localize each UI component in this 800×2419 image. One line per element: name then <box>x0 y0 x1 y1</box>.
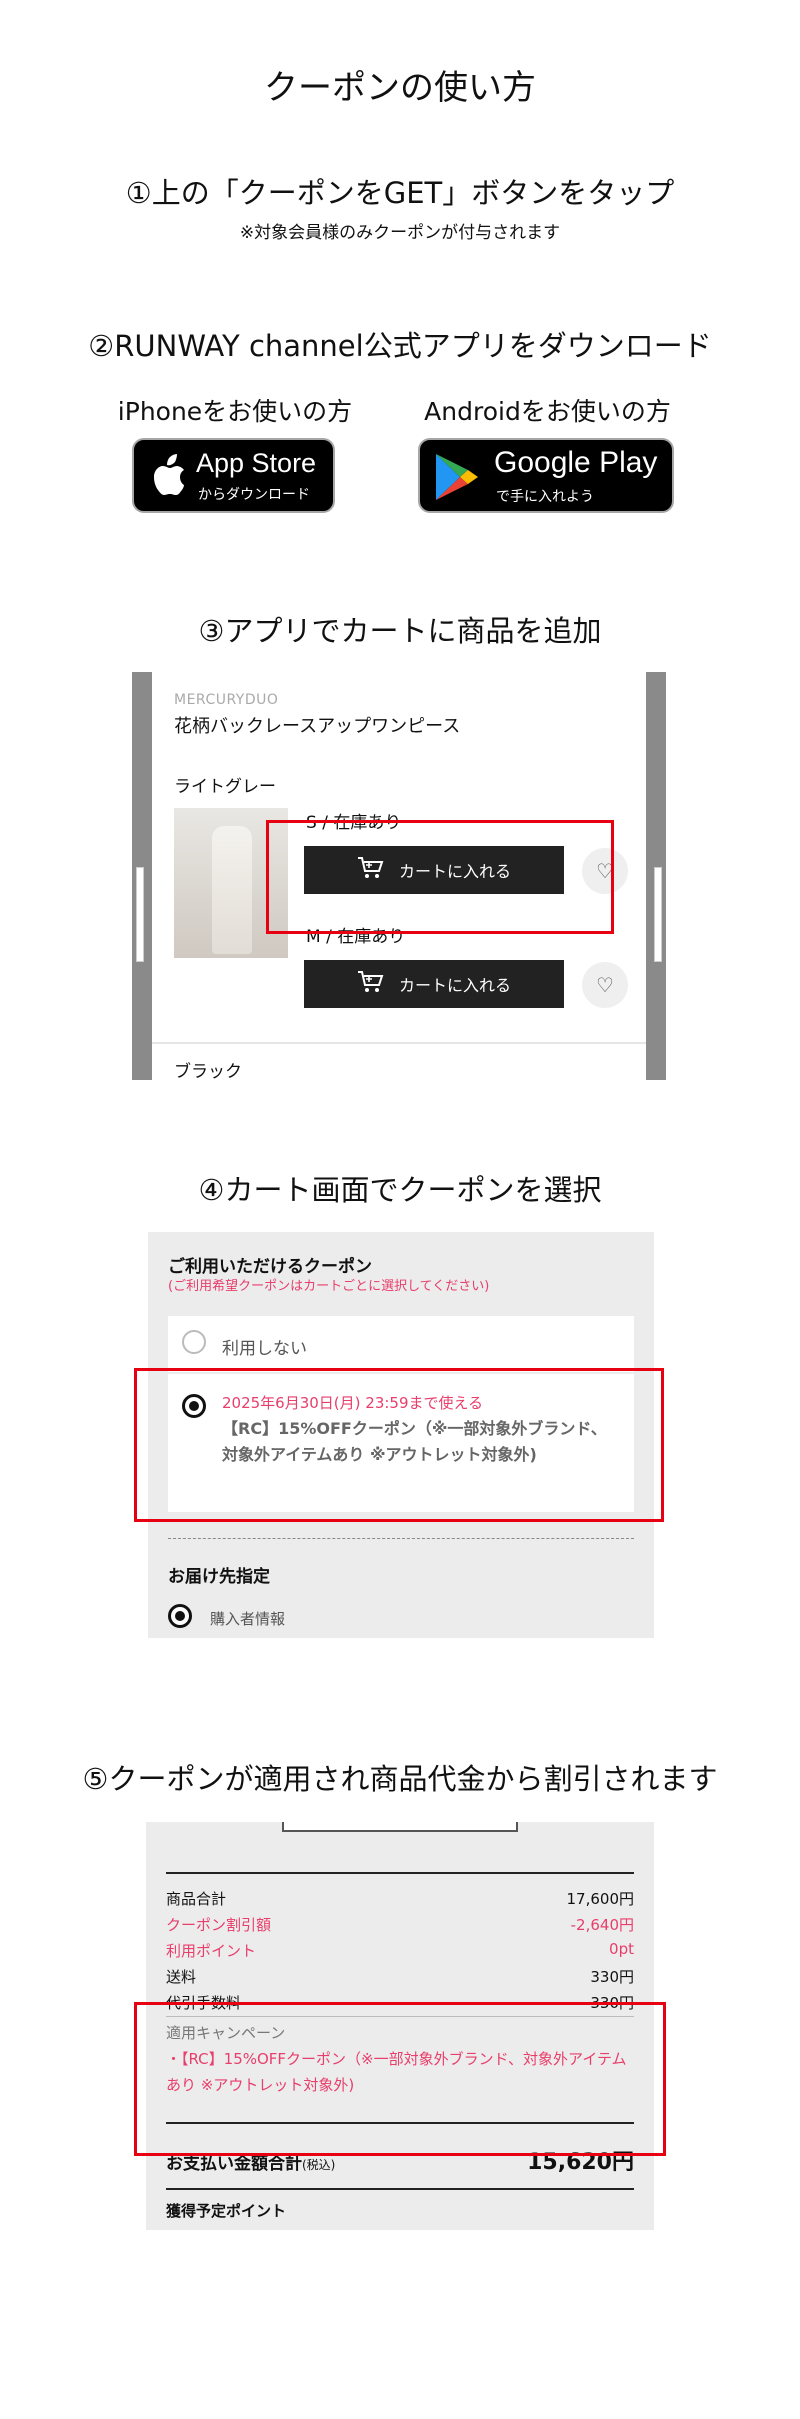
summary-row: 送料 330円 <box>166 1968 634 1986</box>
favorite-heart-icon[interactable]: ♡ <box>582 962 628 1008</box>
app-store-badge[interactable]: App Store からダウンロード <box>132 438 335 513</box>
product-name: 花柄バックレースアップワンピース <box>174 716 461 737</box>
no-use-label: 利用しない <box>222 1339 307 1359</box>
step3-heading: ③アプリでカートに商品を追加 <box>198 614 602 648</box>
highlight-box-step3 <box>266 820 614 934</box>
step1-heading: ①上の「クーポンをGET」ボタンをタップ <box>125 176 675 210</box>
step1-note: ※対象会員様のみクーポンが付与されます <box>239 223 561 243</box>
color-label-black: ブラック <box>174 1062 242 1080</box>
apple-icon <box>148 452 188 504</box>
radio-selected[interactable] <box>168 1604 192 1628</box>
radio-unselected[interactable] <box>182 1330 206 1354</box>
shipping-title: お届け先指定 <box>168 1567 270 1587</box>
brand-name: MERCURYDUO <box>174 692 279 708</box>
summary-row: クーポン割引額 -2,640円 <box>166 1916 634 1934</box>
step2-heading: ②RUNWAY channel公式アプリをダウンロード <box>88 329 712 363</box>
points-label: 獲得予定ポイント <box>166 2202 287 2220</box>
page-title: クーポンの使い方 <box>264 68 536 108</box>
color-label-lightgray: ライトグレー <box>174 777 276 797</box>
coupon-section-sub: (ご利用希望クーポンはカートごとに選択してください) <box>168 1279 490 1294</box>
coupon-section-title: ご利用いただけるクーポン <box>168 1257 372 1277</box>
app-store-text: App Store <box>196 448 317 478</box>
google-play-subtext: で手に入れよう <box>496 489 594 505</box>
google-play-badge[interactable]: Google Play で手に入れよう <box>418 438 674 513</box>
dashed-divider <box>168 1538 634 1539</box>
divider <box>166 1872 634 1874</box>
highlight-box-step5 <box>134 2002 666 2156</box>
divider <box>152 1042 646 1044</box>
side-frame-left <box>136 867 144 962</box>
divider <box>166 2188 634 2190</box>
google-play-icon <box>434 452 478 506</box>
summary-row: 利用ポイント 0pt <box>166 1940 634 1960</box>
highlight-box-step4 <box>134 1368 664 1522</box>
android-label: Androidをお使いの方 <box>424 397 671 426</box>
iphone-label: iPhoneをお使いの方 <box>117 397 353 426</box>
step4-heading: ④カート画面でクーポンを選択 <box>198 1173 602 1207</box>
cart-icon <box>357 970 385 998</box>
partial-box <box>282 1822 518 1832</box>
coupon-option-none[interactable]: 利用しない <box>168 1316 634 1372</box>
summary-row: 商品合計 17,600円 <box>166 1890 634 1908</box>
add-to-cart-button-m[interactable]: カートに入れる <box>304 960 564 1008</box>
add-to-cart-label: カートに入れる <box>398 976 511 995</box>
side-frame-right <box>654 867 662 962</box>
google-play-text: Google Play <box>494 446 658 479</box>
step5-heading: ⑤クーポンが適用され商品代金から割引されます <box>82 1762 718 1796</box>
app-store-subtext: からダウンロード <box>198 487 310 503</box>
buyer-info-label: 購入者情報 <box>210 1610 286 1628</box>
